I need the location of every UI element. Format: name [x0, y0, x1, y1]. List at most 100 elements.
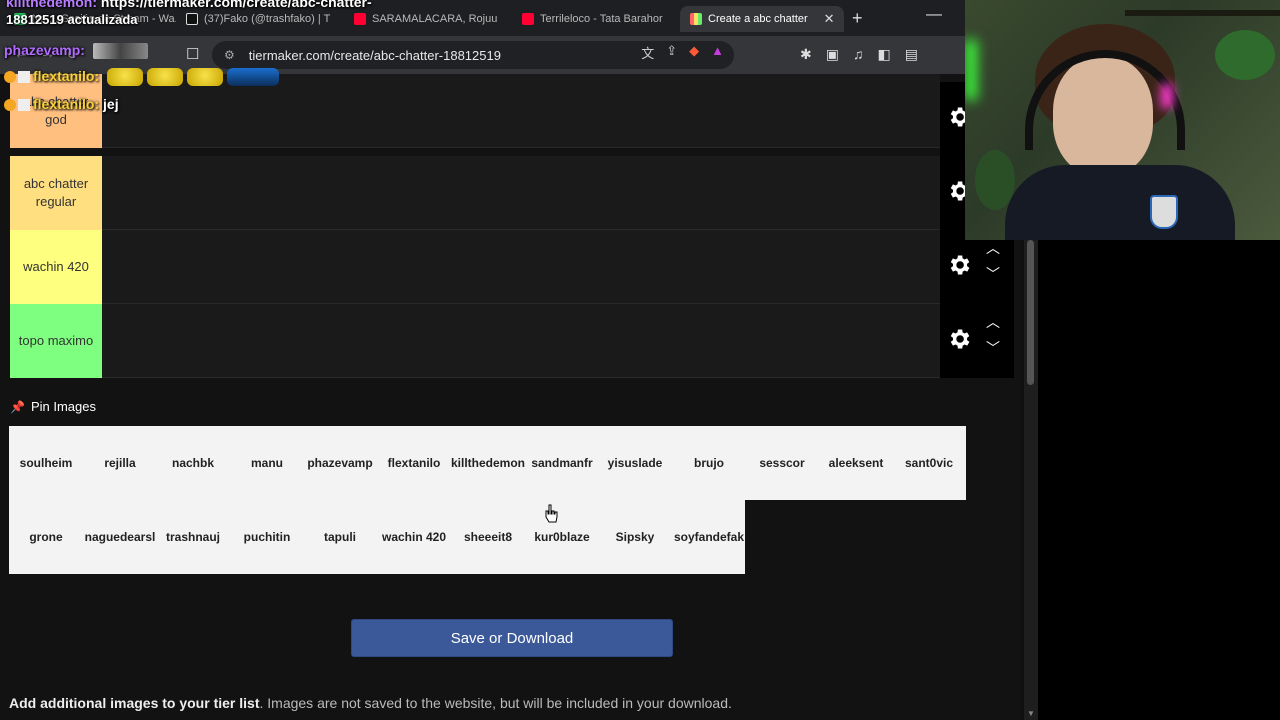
scrollbar-thumb[interactable]: [1027, 240, 1034, 385]
pin-images-label: Pin Images: [30, 399, 96, 414]
pool-item[interactable]: nachbk: [156, 426, 230, 500]
pool-item[interactable]: wachin 420: [377, 500, 451, 574]
screenshot-icon[interactable]: ▣: [826, 46, 839, 63]
page-scrollbar[interactable]: ▼: [1024, 240, 1038, 720]
add-images-description: . Images are not saved to the website, b…: [259, 695, 732, 711]
emote-image: [92, 43, 148, 60]
pool-item[interactable]: killthedemon: [451, 426, 525, 500]
empty-area: [1038, 240, 1280, 720]
webcam-overlay: [965, 0, 1280, 240]
tiermaker-page: abc chatter god abc chatter regular wach…: [0, 74, 1022, 720]
chevron-down-icon[interactable]: ﹀: [986, 338, 1000, 358]
gear-icon[interactable]: [946, 252, 972, 278]
pool-item[interactable]: aleeksent: [819, 426, 893, 500]
pool-item[interactable]: naguedearsl: [83, 500, 157, 574]
tier-controls: ︿ ﹀: [940, 304, 1014, 378]
pool-item[interactable]: rejilla: [83, 426, 157, 500]
pool-item[interactable]: sandmanfr: [525, 426, 599, 500]
chat-username: flextanilo:: [33, 96, 100, 112]
tier-label[interactable]: abc chatter regular: [10, 156, 102, 230]
site-info-icon[interactable]: ⚙: [224, 48, 235, 62]
chat-message: killthedemon: https://tiermaker.com/crea…: [6, 0, 372, 10]
chat-username: flextanilo:: [33, 68, 100, 84]
pin-icon: 📌: [10, 399, 25, 414]
pool-item[interactable]: sesscor: [745, 426, 819, 500]
tier-label[interactable]: topo maximo: [10, 304, 102, 378]
headphone-led: [1161, 84, 1173, 108]
new-tab-icon[interactable]: +: [852, 8, 863, 29]
youtube-icon: [354, 13, 366, 25]
gear-icon[interactable]: [946, 326, 972, 352]
pool-item[interactable]: phazevamp: [303, 426, 377, 500]
chat-text: jej: [103, 96, 119, 112]
extensions-icon[interactable]: ✱: [800, 46, 812, 63]
pool-item[interactable]: tapuli: [303, 500, 377, 574]
plant: [1215, 30, 1275, 80]
pool-item[interactable]: kur0blaze: [525, 500, 599, 574]
chat-message: flextanilo:: [4, 68, 280, 87]
hand-cursor-icon: [545, 504, 558, 523]
shirt-crest: [1150, 195, 1178, 229]
address-bar[interactable]: ⚙ tiermaker.com/create/abc-chatter-18812…: [212, 41, 734, 69]
media-icon[interactable]: ♫: [853, 46, 864, 63]
emote-image: [147, 68, 184, 87]
pool-item[interactable]: soulheim: [9, 426, 83, 500]
pool-item[interactable]: yisuslade: [598, 426, 672, 500]
pool-item[interactable]: sant0vic: [892, 426, 966, 500]
pool-item[interactable]: Sipsky: [598, 500, 672, 574]
pool-item[interactable]: trashnauj: [156, 500, 230, 574]
sidebar-icon[interactable]: ◧: [877, 46, 890, 63]
url-text[interactable]: tiermaker.com/create/abc-chatter-1881251…: [249, 48, 501, 63]
streamer-shirt: [1005, 165, 1235, 240]
sub-badge-icon: [4, 71, 16, 84]
chat-message-continuation: 18812519 actualizada: [6, 12, 138, 27]
bookmark-icon[interactable]: ☐: [186, 45, 199, 63]
pin-images-toggle[interactable]: 📌 Pin Images: [10, 399, 96, 414]
chat-message: phazevamp:: [4, 42, 148, 60]
share-icon[interactable]: ⇪: [666, 43, 677, 62]
chevron-up-icon[interactable]: ︿: [986, 312, 1000, 332]
chat-username: phazevamp:: [4, 42, 85, 58]
pool-row: grone naguedearsl trashnauj puchitin tap…: [9, 500, 745, 574]
add-images-heading[interactable]: Add additional images to your tier list: [9, 695, 259, 711]
tier-row[interactable]: wachin 420: [10, 230, 940, 304]
wallet-icon[interactable]: ▤: [905, 46, 918, 63]
save-or-download-button[interactable]: Save or Download: [351, 619, 673, 657]
chat-message: flextanilo: jej: [4, 96, 119, 112]
scroll-down-icon[interactable]: ▼: [1027, 709, 1035, 718]
add-images-note: Add additional images to your tier list.…: [9, 695, 732, 711]
pool-item[interactable]: puchitin: [230, 500, 304, 574]
chevron-up-icon[interactable]: ︿: [986, 238, 1000, 258]
pool-row: soulheim rejilla nachbk manu phazevamp f…: [9, 426, 966, 500]
tiktok-icon: [186, 13, 198, 25]
brave-rewards-icon[interactable]: ▲: [711, 43, 724, 62]
tier-row[interactable]: topo maximo: [10, 304, 940, 378]
emote-image: [187, 68, 224, 87]
brave-shields-icon[interactable]: ◆: [689, 43, 699, 62]
tab-youtube-terrileloco[interactable]: Terrileloco - Tata Barahor: [512, 6, 680, 32]
translate-icon[interactable]: 文: [641, 43, 654, 62]
pool-item[interactable]: sheeeit8: [451, 500, 525, 574]
pool-item[interactable]: flextanilo: [377, 426, 451, 500]
badge-icon: [18, 99, 30, 112]
screen: No ... Sesión de Stream - Wa... (37)Fako…: [0, 0, 1280, 720]
tier-row[interactable]: abc chatter regular: [10, 156, 940, 230]
emote-image: [107, 68, 144, 87]
tiermaker-icon: [690, 13, 702, 25]
close-tab-icon[interactable]: ✕: [824, 11, 835, 27]
chevron-down-icon[interactable]: ﹀: [986, 264, 1000, 284]
badge-icon: [18, 71, 30, 84]
chat-username: killthedemon:: [6, 0, 98, 10]
pool-item[interactable]: brujo: [672, 426, 746, 500]
pool-item[interactable]: manu: [230, 426, 304, 500]
minimize-icon[interactable]: —: [926, 6, 942, 24]
shelf: [1125, 10, 1280, 16]
pool-item[interactable]: soyfandefak: [672, 500, 746, 574]
led-light: [965, 40, 977, 100]
pool-item[interactable]: grone: [9, 500, 83, 574]
emote-image: [227, 68, 280, 87]
tier-controls: ︿ ﹀: [940, 230, 1014, 304]
tier-label[interactable]: wachin 420: [10, 230, 102, 304]
chat-text: https://tiermaker.com/create/abc-chatter…: [100, 0, 372, 10]
tab-tiermaker[interactable]: Create a abc chatter ✕: [680, 6, 844, 32]
